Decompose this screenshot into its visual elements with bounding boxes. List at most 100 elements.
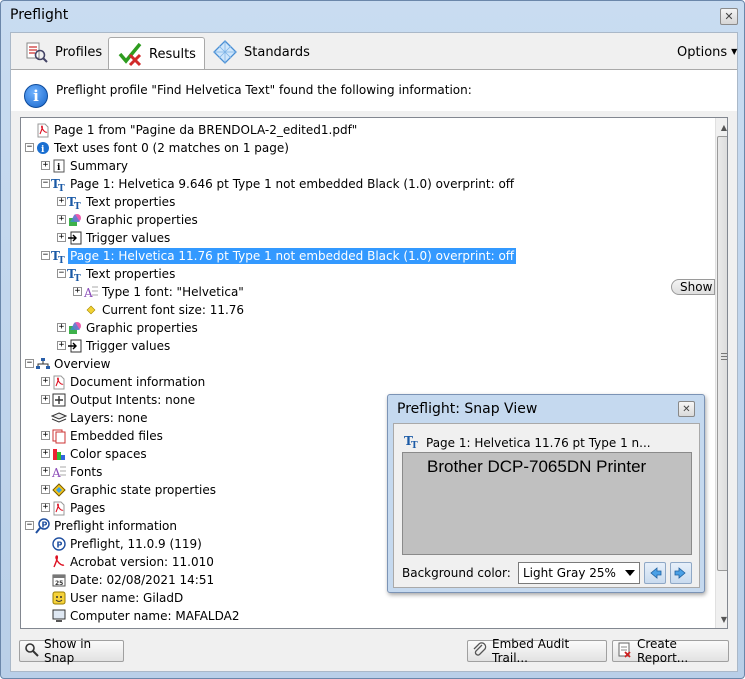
tree-item[interactable]: OSOperating system: Microsoft Windows 7 … [51,625,564,628]
diamond-bullet-icon [83,302,99,318]
background-color-label: Background color: [402,566,511,580]
tree-item[interactable]: Trigger values [67,337,172,355]
svg-text:25: 25 [55,580,63,587]
expand-icon[interactable]: + [41,503,50,512]
tree-item[interactable]: Computer name: MAFALDA2 [51,607,242,625]
trigger-arrow-icon [67,230,83,246]
scroll-down-icon[interactable]: ▼ [716,611,727,627]
tree-item[interactable]: Overview [35,355,113,373]
expand-icon[interactable]: + [41,467,50,476]
tree-item[interactable]: Output Intents: none [51,391,197,409]
paperclip-icon [472,641,488,661]
tree-item[interactable]: Current font size: 11.76 [83,301,246,319]
calendar-icon: 25 [51,572,67,588]
tree-item[interactable]: Layers: none [51,409,150,427]
options-menu[interactable]: Options ▼ [677,45,737,60]
embed-audit-trail-button[interactable]: Embed Audit Trail... [467,637,607,665]
tree-item[interactable]: Graphic properties [67,319,200,337]
title-bar[interactable]: Preflight ✕ [1,1,744,31]
tree-item[interactable]: Color spaces [51,445,149,463]
tree-item-label: Trigger values [86,339,171,353]
tree-item[interactable]: Acrobat version: 11.010 [51,553,216,571]
tree-item[interactable]: T T Page 1: Helvetica 9.646 pt Type 1 not … [51,175,516,193]
tree-item[interactable]: 25 Date: 02/08/2021 14:51 [51,571,216,589]
snap-close-button[interactable]: ✕ [678,401,695,417]
expand-icon[interactable]: + [41,485,50,494]
tree-item[interactable]: A Type 1 font: "Helvetica" [83,283,246,301]
tree-item[interactable]: A Fonts [51,463,104,481]
svg-text:i: i [57,163,61,173]
tree-item[interactable]: P Preflight information [35,517,179,535]
expand-icon[interactable]: + [41,395,50,404]
svg-text:P: P [42,521,48,530]
snap-body: TT Page 1: Helvetica 11.76 pt Type 1 n..… [393,423,700,588]
user-smiley-icon [51,590,67,606]
expand-icon[interactable]: + [57,233,66,242]
show-in-snap-button[interactable]: Show in Snap [19,637,124,665]
window-title: Preflight [10,7,69,23]
snap-previous-button[interactable] [644,562,666,584]
pdf-icon [51,374,67,390]
create-report-button[interactable]: Create Report... [612,637,729,665]
summary-icon: i [51,158,67,174]
collapse-icon[interactable]: − [57,269,66,278]
collapse-icon[interactable]: − [25,521,34,530]
standards-diamond-icon [212,39,238,65]
tree-item[interactable]: i Text uses font 0 (2 matches on 1 page) [35,139,291,157]
tree-item-label: Document information [70,375,206,389]
tree-item[interactable]: T T Text properties [67,265,177,283]
tree-item-label: Overview [54,357,111,371]
tree-item-label: Page 1: Helvetica 11.76 pt Type 1 not em… [68,248,517,264]
tab-results[interactable]: Results [108,37,205,70]
snap-next-button[interactable] [670,562,692,584]
collapse-icon[interactable]: − [25,143,34,152]
background-color-select[interactable]: Light Gray 25% [518,562,640,584]
expand-icon[interactable]: + [41,377,50,386]
info-icon: i [24,84,48,108]
tree-item[interactable]: User name: GiladD [51,589,185,607]
tree-item-label: Page 1 from "Pagine da BRENDOLA-2_edited… [54,123,358,137]
svg-text:P: P [57,541,63,550]
scroll-up-icon[interactable]: ▲ [716,119,727,135]
expand-icon[interactable]: + [41,431,50,440]
collapse-icon[interactable]: − [41,251,50,260]
tree-item[interactable]: T T Page 1: Helvetica 11.76 pt Type 1 not … [51,247,517,265]
show-button[interactable]: Show [671,279,715,295]
expand-icon[interactable]: + [57,341,66,350]
expand-icon[interactable]: + [41,161,50,170]
tree-item-label: Preflight, 11.0.9 (119) [70,537,202,551]
tree-item-label: Page 1: Helvetica 9.646 pt Type 1 not em… [70,177,515,191]
text-tt-icon: TT [51,176,67,192]
tree-item-label: Text properties [86,195,176,209]
tree-item[interactable]: P Preflight, 11.0.9 (119) [51,535,204,553]
expand-icon[interactable]: + [73,287,82,296]
svg-text:T: T [411,441,418,449]
tree-item[interactable]: Page 1 from "Pagine da BRENDOLA-2_edited… [35,121,359,139]
close-button[interactable]: ✕ [720,8,738,25]
tree-item[interactable]: Graphic properties [67,211,200,229]
expand-icon[interactable]: + [57,323,66,332]
tree-item[interactable]: Document information [51,373,207,391]
expand-icon[interactable]: + [57,197,66,206]
close-icon: ✕ [682,403,691,415]
font-a-icon: A [83,284,99,300]
collapse-icon[interactable]: − [41,179,50,188]
collapse-icon[interactable]: − [25,359,34,368]
tree-item[interactable]: T T Text properties [67,193,177,211]
tree-item[interactable]: i Summary [51,157,130,175]
os-icon: OS [51,626,67,628]
tree-item[interactable]: Embedded files [51,427,165,445]
tab-profiles[interactable]: Profiles [15,37,110,67]
tree-item-label: Graphic properties [86,213,198,227]
tab-standards[interactable]: Standards [204,37,318,67]
svg-text:A: A [51,466,61,479]
tree-item[interactable]: Graphic state properties [51,481,218,499]
tree-item[interactable]: Pages [51,499,107,517]
tree-item[interactable]: Trigger values [67,229,172,247]
options-label: Options [677,45,728,60]
expand-icon[interactable]: + [41,449,50,458]
expand-icon[interactable]: + [57,215,66,224]
scrollbar-thumb[interactable] [717,136,727,571]
info-circle-icon: i [35,140,51,156]
vertical-scrollbar[interactable]: ▲ ▼ [715,118,727,628]
